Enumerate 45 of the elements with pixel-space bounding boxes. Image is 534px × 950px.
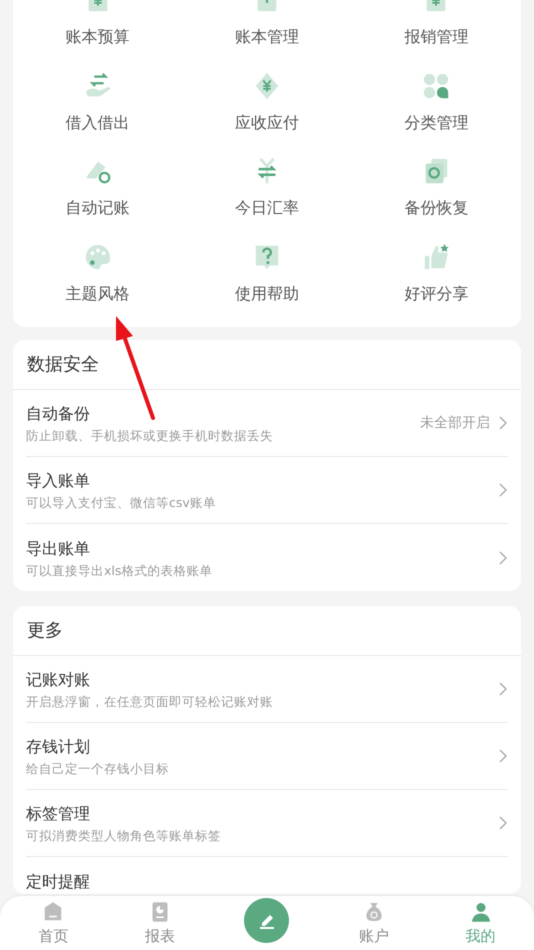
- row-title: 存钱计划: [26, 736, 91, 758]
- row-subtitle: 可以导入支付宝、微信等csv账单: [26, 494, 217, 512]
- settings-row[interactable]: 存钱计划 给自己定一个存钱小目标: [26, 723, 508, 790]
- settings-row[interactable]: 导入账单 可以导入支付宝、微信等csv账单: [26, 457, 508, 524]
- feature-label[interactable]: 使用帮助: [234, 284, 299, 304]
- row-title: 导出账单: [26, 538, 91, 560]
- settings-row[interactable]: 定时提醒: [26, 857, 508, 894]
- chevron-right-icon: [498, 482, 508, 498]
- add-record-button[interactable]: [244, 898, 290, 942]
- row-title: 导入账单: [26, 470, 91, 492]
- feature-label[interactable]: 借入借出: [66, 112, 130, 132]
- settings-row[interactable]: 自动备份 防止卸载、手机损坏或更换手机时数据丢失 未全部开启: [26, 390, 508, 457]
- row-title: 记账对账: [26, 669, 91, 691]
- row-subtitle: 开启悬浮窗，在任意页面即可轻松记账对账: [26, 693, 274, 711]
- feature-label[interactable]: 好评分享: [404, 284, 468, 304]
- status-value: 未全部开启: [420, 414, 490, 432]
- settings-row[interactable]: 记账对账 开启悬浮窗，在任意页面即可轻松记账对账: [26, 656, 508, 723]
- chevron-right-icon: [498, 681, 508, 697]
- nav-tab[interactable]: 账户: [358, 900, 389, 946]
- row-title: 定时提醒: [26, 871, 91, 893]
- row-subtitle: 给自己定一个存钱小目标: [26, 760, 170, 778]
- row-title: 自动备份: [26, 403, 91, 425]
- nav-tab[interactable]: 报表: [145, 900, 176, 946]
- section-title: 数据安全: [27, 353, 99, 377]
- feature-label[interactable]: 账本预算: [66, 27, 130, 47]
- feature-label[interactable]: 备份恢复: [404, 198, 468, 218]
- settings-row[interactable]: 标签管理 可拟消费类型人物角色等账单标签: [26, 790, 508, 857]
- row-subtitle: 可拟消费类型人物角色等账单标签: [26, 827, 222, 845]
- feature-label[interactable]: 账本管理: [234, 27, 299, 47]
- section-title: 更多: [27, 619, 63, 643]
- feature-label[interactable]: 应收应付: [234, 112, 299, 132]
- chevron-right-icon: [498, 815, 508, 831]
- feature-label[interactable]: 自动记账: [66, 198, 130, 218]
- feature-label[interactable]: 主题风格: [66, 284, 130, 304]
- feature-label[interactable]: 报销管理: [404, 27, 468, 47]
- chevron-right-icon: [498, 748, 508, 764]
- nav-tab[interactable]: 首页: [38, 900, 68, 946]
- feature-label[interactable]: 今日汇率: [234, 198, 299, 218]
- feature-label[interactable]: 分类管理: [404, 112, 468, 132]
- row-title: 标签管理: [26, 803, 91, 825]
- chevron-right-icon: [498, 415, 508, 431]
- row-subtitle: 可以直接导出xls格式的表格账单: [26, 562, 214, 580]
- row-subtitle: 防止卸载、手机损坏或更换手机时数据丢失: [26, 427, 274, 445]
- settings-row[interactable]: 导出账单 可以直接导出xls格式的表格账单: [26, 524, 508, 591]
- chevron-right-icon: [498, 550, 508, 566]
